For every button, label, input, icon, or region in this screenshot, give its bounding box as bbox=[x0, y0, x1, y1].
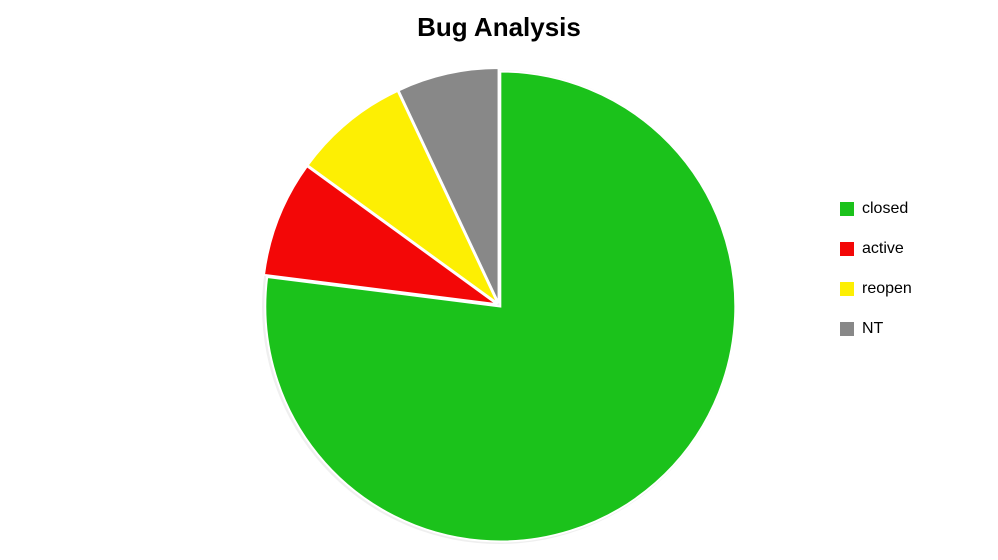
legend-label: NT bbox=[862, 320, 883, 338]
legend-label: active bbox=[862, 240, 904, 258]
legend-item: NT bbox=[840, 320, 912, 338]
legend-item: active bbox=[840, 240, 912, 258]
legend-swatch-icon bbox=[840, 282, 854, 296]
pie-chart bbox=[249, 55, 749, 560]
chart-title: Bug Analysis bbox=[0, 12, 998, 43]
legend-swatch-icon bbox=[840, 322, 854, 336]
legend-label: reopen bbox=[862, 280, 912, 298]
legend-swatch-icon bbox=[840, 242, 854, 256]
legend-item: closed bbox=[840, 200, 912, 218]
legend: closed active reopen NT bbox=[840, 200, 912, 360]
legend-swatch-icon bbox=[840, 202, 854, 216]
legend-label: closed bbox=[862, 200, 908, 218]
legend-item: reopen bbox=[840, 280, 912, 298]
